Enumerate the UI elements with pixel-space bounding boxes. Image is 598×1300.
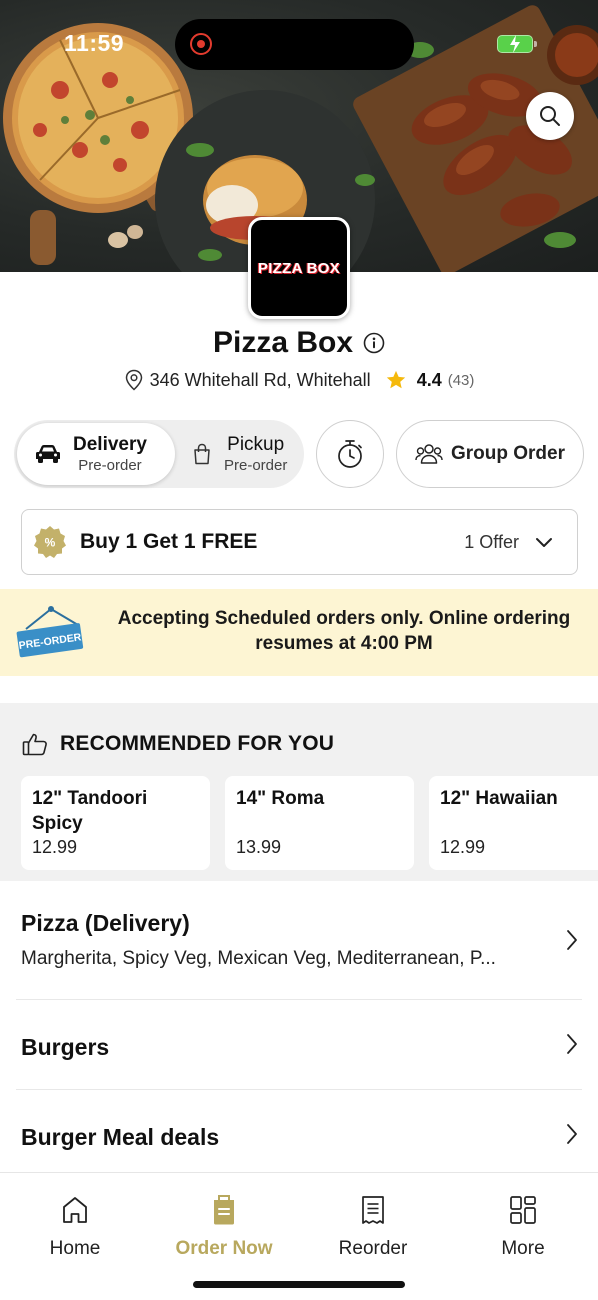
tab-more[interactable]: More	[448, 1193, 598, 1260]
home-icon	[61, 1193, 89, 1227]
recommended-item-price: 13.99	[236, 837, 282, 857]
tab-label: More	[501, 1238, 545, 1259]
store-logo: PIZZA BOX	[248, 217, 350, 319]
category-row-pizza[interactable]: Pizza (Delivery) Margherita, Spicy Veg, …	[16, 881, 582, 999]
recommended-carousel[interactable]: 12" Tandoori Spicy 12.99 14" Roma 13.99 …	[21, 776, 598, 870]
store-title-row: Pizza Box	[0, 326, 598, 360]
category-title: Pizza (Delivery)	[21, 910, 190, 936]
star-icon	[386, 370, 405, 389]
home-indicator	[193, 1281, 405, 1288]
category-title: Burger Meal deals	[21, 1124, 220, 1150]
delivery-label: Delivery	[73, 433, 147, 455]
banner-message: Accepting Scheduled orders only. Online …	[117, 608, 571, 654]
recommended-item-name: 14" Roma	[236, 788, 325, 809]
order-bag-icon	[212, 1193, 236, 1227]
pickup-sublabel: Pre-order	[224, 456, 288, 474]
category-row-burgers[interactable]: Burgers	[16, 1000, 582, 1089]
recommended-header: RECOMMENDED FOR YOU	[22, 732, 334, 756]
tab-label: Order Now	[175, 1238, 273, 1259]
tab-home[interactable]: Home	[0, 1193, 150, 1260]
rating-value: 4.4	[416, 369, 442, 390]
tab-label: Reorder	[338, 1238, 408, 1259]
delivery-sublabel: Pre-order	[78, 456, 142, 474]
recording-indicator-icon	[190, 33, 212, 55]
thumbs-up-icon	[22, 733, 47, 756]
recommended-item-price: 12.99	[32, 837, 78, 857]
location-pin-icon	[125, 369, 142, 391]
recommended-item-card[interactable]: 12" Tandoori Spicy 12.99	[21, 776, 210, 870]
recommended-title: RECOMMENDED FOR YOU	[60, 732, 335, 755]
chevron-right-icon	[566, 1123, 578, 1145]
search-icon	[540, 106, 560, 126]
tab-order-now[interactable]: Order Now	[149, 1193, 299, 1260]
offer-title: Buy 1 Get 1 FREE	[80, 530, 258, 553]
store-address: 346 Whitehall Rd, Whitehall	[149, 369, 371, 390]
recommended-item-name: 12" Tandoori Spicy	[32, 788, 148, 834]
discount-badge-icon: %	[33, 525, 67, 559]
recommended-item-card[interactable]: 12" Hawaiian 12.99	[429, 776, 598, 870]
schedule-time-button[interactable]	[316, 420, 384, 488]
search-button[interactable]	[526, 92, 574, 140]
preorder-sign-icon: PRE-ORDER	[16, 606, 84, 658]
tab-label: Home	[49, 1238, 101, 1259]
pickup-label: Pickup	[227, 433, 285, 455]
offer-count: 1 Offer	[464, 531, 519, 552]
chevron-right-icon	[566, 929, 578, 951]
offer-dropdown[interactable]: % Buy 1 Get 1 FREE 1 Offer	[21, 509, 578, 575]
car-icon	[36, 445, 60, 463]
group-order-label: Group Order	[450, 443, 565, 464]
category-title: Burgers	[21, 1034, 110, 1060]
status-time: 11:59	[64, 30, 125, 56]
category-row-burger-meal-deals[interactable]: Burger Meal deals	[16, 1090, 582, 1172]
battery-icon	[497, 35, 537, 53]
category-description: Margherita, Spicy Veg, Mexican Veg, Medi…	[21, 948, 496, 969]
group-order-button[interactable]: Group Order	[396, 420, 584, 488]
tab-reorder[interactable]: Reorder	[298, 1193, 448, 1260]
order-mode-toggle: Delivery Pre-order Pickup Pre-order	[14, 420, 304, 488]
recommended-section: RECOMMENDED FOR YOU 12" Tandoori Spicy 1…	[0, 703, 598, 881]
pickup-option[interactable]: Pickup Pre-order	[180, 423, 302, 485]
shopping-bag-icon	[194, 443, 210, 465]
recommended-item-card[interactable]: 14" Roma 13.99	[225, 776, 414, 870]
receipt-icon	[360, 1193, 386, 1227]
grid-icon	[509, 1193, 537, 1227]
delivery-option[interactable]: Delivery Pre-order	[17, 423, 175, 485]
group-people-icon	[415, 444, 443, 464]
scheduled-orders-banner: PRE-ORDER Accepting Scheduled orders onl…	[0, 589, 598, 676]
chevron-right-icon	[566, 1033, 578, 1055]
recommended-item-price: 12.99	[440, 837, 486, 857]
rating-count: (43)	[447, 371, 475, 389]
svg-text:%: %	[45, 536, 56, 550]
address-row: 346 Whitehall Rd, Whitehall 4.4 (43)	[0, 369, 598, 391]
store-name: Pizza Box	[212, 326, 354, 359]
stopwatch-icon	[338, 440, 362, 468]
info-icon[interactable]	[363, 332, 385, 354]
store-logo-text: PIZZA BOX	[257, 259, 341, 277]
recommended-item-name: 12" Hawaiian	[440, 788, 558, 809]
chevron-down-icon	[535, 536, 553, 548]
